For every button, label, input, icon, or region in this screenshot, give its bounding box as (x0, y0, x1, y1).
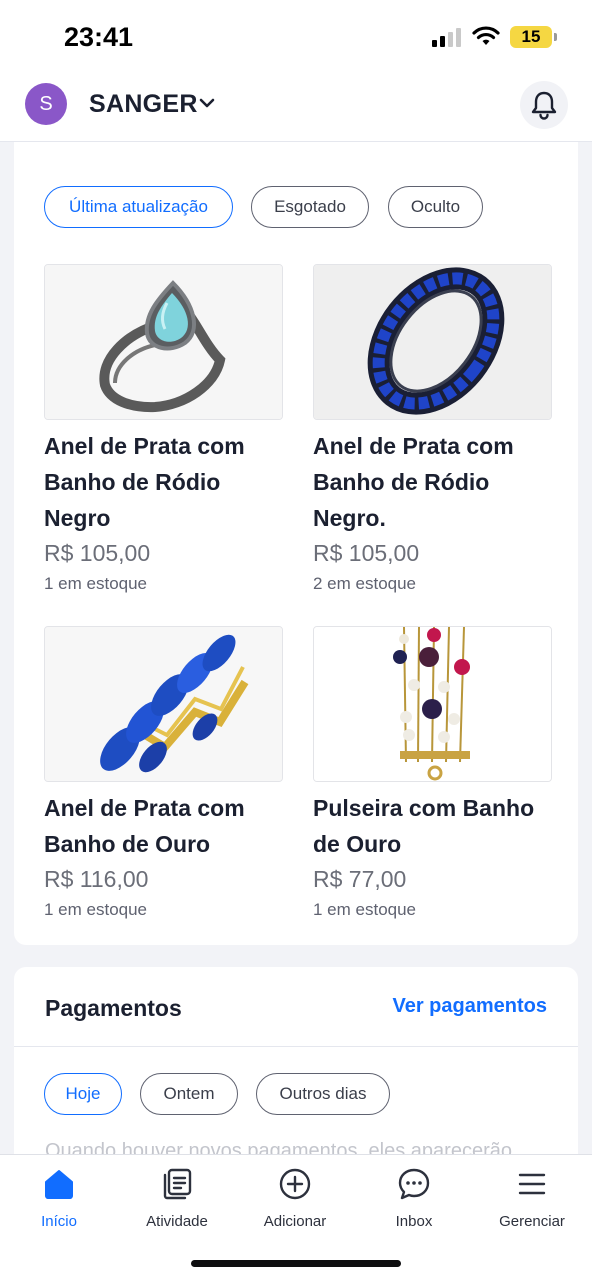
product-price: R$ 105,00 (313, 540, 420, 566)
product-name[interactable]: Anel de Prata com Banho de Ouro (44, 790, 284, 862)
product-price: R$ 105,00 (44, 540, 151, 566)
filter-chip-yesterday[interactable]: Ontem (140, 1073, 238, 1115)
filter-chip-hidden[interactable]: Oculto (388, 186, 483, 228)
chat-bubble-icon (398, 1168, 430, 1200)
app-header: S SANGER (0, 78, 592, 142)
nav-label: Inbox (395, 1213, 433, 1230)
nav-item-home[interactable]: Início (4, 1167, 114, 1230)
home-indicator (191, 1260, 401, 1267)
filter-chip-sold-out[interactable]: Esgotado (251, 186, 369, 228)
status-time: 23:41 (64, 22, 134, 52)
view-payments-link[interactable]: Ver pagamentos (392, 995, 547, 1018)
product-stock: 1 em estoque (44, 574, 148, 593)
activity-icon (163, 1168, 192, 1200)
product-name[interactable]: Pulseira com Banho de Ouro (313, 790, 553, 862)
filter-chip-other-days[interactable]: Outros dias (256, 1073, 390, 1115)
filter-chip-latest[interactable]: Última atualização (44, 186, 233, 228)
product-stock: 1 em estoque (44, 900, 148, 919)
battery-indicator: 15 (510, 26, 557, 48)
nav-label: Gerenciar (499, 1213, 565, 1230)
site-name[interactable]: SANGER (89, 90, 198, 119)
wifi-icon (472, 26, 500, 45)
nav-item-activity[interactable]: Atividade (122, 1167, 232, 1230)
product-name[interactable]: Anel de Prata com Banho de Ródio Negro (44, 428, 284, 536)
add-circle-icon (279, 1168, 311, 1200)
cellular-signal-icon (432, 28, 461, 47)
sapphire-band-image[interactable] (313, 264, 552, 420)
divider (14, 1046, 578, 1047)
avatar[interactable]: S (25, 83, 67, 125)
payments-card: Pagamentos Ver pagamentos Hoje Ontem Out… (14, 967, 578, 1167)
product-name[interactable]: Anel de Prata com Banho de Ródio Negro. (313, 428, 553, 536)
payments-title: Pagamentos (45, 995, 182, 1021)
bracelet-image[interactable] (313, 626, 552, 782)
nav-item-add[interactable]: Adicionar (240, 1167, 350, 1230)
product-stock: 1 em estoque (313, 900, 417, 919)
gold-ring-image[interactable] (44, 626, 283, 782)
menu-icon (518, 1173, 546, 1195)
chevron-down-icon[interactable] (198, 94, 216, 112)
filter-chip-today[interactable]: Hoje (44, 1073, 122, 1115)
nav-label: Adicionar (263, 1213, 327, 1230)
nav-label: Atividade (146, 1213, 208, 1230)
notifications-button[interactable] (520, 81, 568, 129)
nav-item-inbox[interactable]: Inbox (359, 1167, 469, 1230)
product-stock: 2 em estoque (313, 574, 417, 593)
nav-item-manage[interactable]: Gerenciar (477, 1167, 587, 1230)
status-icons: 15 (432, 26, 557, 48)
products-card: Última atualização Esgotado Oculto Anel … (14, 142, 578, 945)
home-icon (45, 1170, 73, 1199)
nav-label: Início (41, 1213, 77, 1230)
pear-ring-image[interactable] (44, 264, 283, 420)
status-bar: 23:41 15 (0, 0, 592, 78)
product-price: R$ 116,00 (44, 866, 149, 892)
bell-icon (531, 91, 557, 120)
product-price: R$ 77,00 (313, 866, 407, 892)
